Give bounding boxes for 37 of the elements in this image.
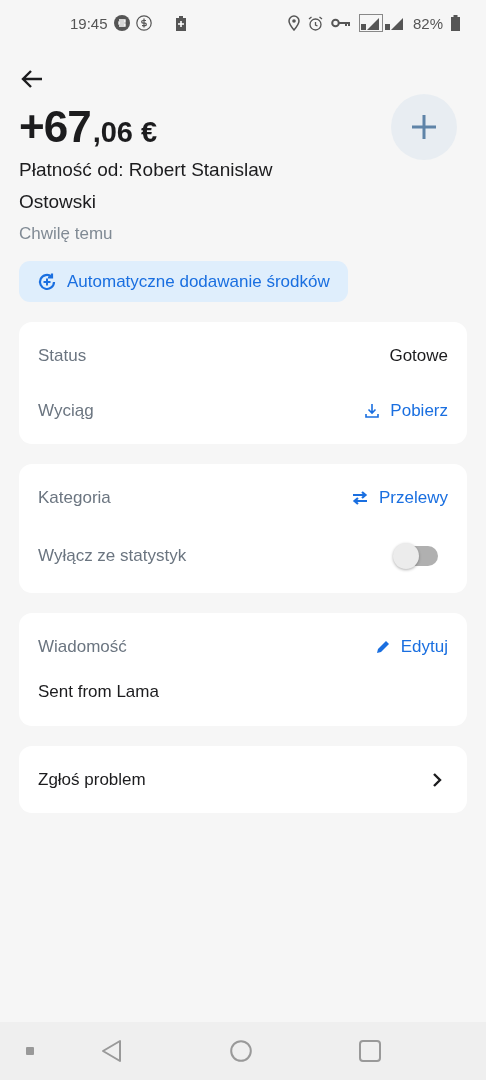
row-label: Zgłoś problem: [38, 769, 146, 790]
home-nav-button[interactable]: [230, 1040, 252, 1062]
timestamp: Chwilę temu: [19, 224, 114, 244]
app-notification-icon: [113, 15, 130, 31]
row-label: Wyciąg: [38, 400, 94, 421]
swap-arrows-icon: [351, 489, 370, 506]
battery-percent: 82%: [412, 14, 443, 32]
key-icon: [330, 18, 351, 28]
download-icon: [364, 402, 381, 419]
dollar-circle-icon: [135, 15, 152, 31]
recents-nav-button[interactable]: [359, 1040, 381, 1062]
battery-icon: [451, 15, 460, 31]
row-label: Status: [38, 345, 87, 366]
row-label: Wyłącz ze statystyk: [38, 546, 187, 566]
back-nav-button[interactable]: [101, 1039, 123, 1063]
battery-saver-icon: [175, 15, 186, 31]
clock-time: 19:45: [70, 14, 108, 32]
alarm-clock-icon: [307, 15, 323, 31]
chevron-right-icon: [432, 771, 442, 788]
download-link[interactable]: Pobierz: [364, 400, 448, 421]
amount-fraction: ,06 €: [92, 116, 158, 149]
status-value: Gotowe: [389, 345, 448, 366]
refresh-plus-icon: [37, 271, 57, 292]
payment-title: Płatność od: Robert Stanislaw Ostowski: [19, 158, 274, 214]
row-label: Wiadomość: [38, 636, 127, 657]
category-link[interactable]: Przelewy: [351, 487, 448, 508]
pencil-icon: [375, 639, 391, 654]
auto-top-up-button[interactable]: Automatyczne dodawanie środków: [19, 261, 348, 302]
edit-link[interactable]: Edytuj: [375, 636, 448, 657]
message-text: Sent from Lama: [38, 682, 159, 702]
signal-icon: [358, 14, 405, 32]
plus-icon: [410, 113, 438, 141]
report-problem-item[interactable]: Zgłoś problem: [38, 752, 448, 807]
amount-integer: +67: [19, 102, 91, 152]
row-label: Kategoria: [38, 487, 111, 508]
toggle-switch[interactable]: [396, 546, 438, 566]
location-pin-icon: [287, 15, 300, 31]
